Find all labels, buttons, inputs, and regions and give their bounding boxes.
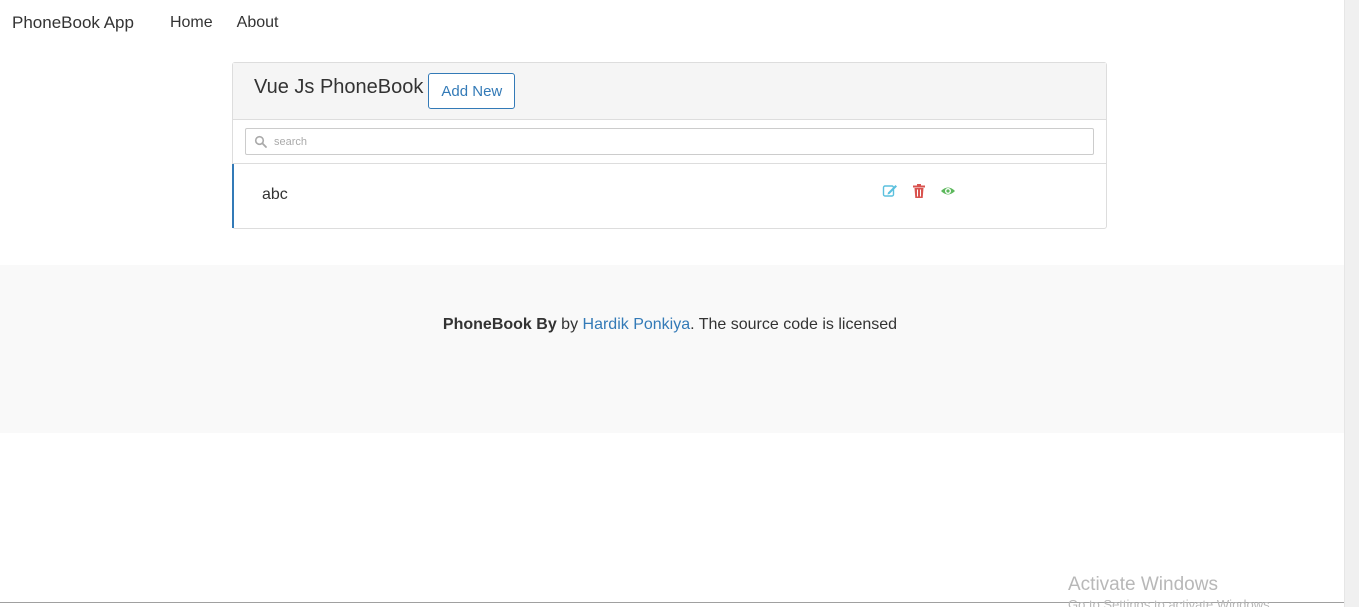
search-box bbox=[245, 128, 1094, 155]
activate-windows-subtitle: Go to Settings to activate Windows. bbox=[1068, 597, 1274, 607]
footer: PhoneBook By by Hardik Ponkiya. The sour… bbox=[0, 265, 1344, 433]
nav-link-home[interactable]: Home bbox=[170, 14, 213, 32]
footer-license: . The source code is licensed bbox=[690, 316, 898, 333]
contact-actions bbox=[882, 183, 956, 199]
search-input[interactable] bbox=[272, 129, 1087, 154]
brand-link[interactable]: PhoneBook App bbox=[12, 13, 134, 33]
vertical-scrollbar[interactable] bbox=[1344, 0, 1359, 607]
search-row bbox=[233, 120, 1106, 164]
page: PhoneBook App Home About Vue Js PhoneBoo… bbox=[0, 0, 1359, 607]
contact-list-item[interactable]: abc bbox=[232, 164, 1106, 228]
eye-icon[interactable] bbox=[940, 183, 956, 199]
activate-windows-title: Activate Windows bbox=[1068, 574, 1218, 595]
author-link[interactable]: Hardik Ponkiya bbox=[583, 316, 691, 333]
footer-text: PhoneBook By by Hardik Ponkiya. The sour… bbox=[0, 316, 1340, 334]
contact-name: abc bbox=[262, 186, 288, 203]
footer-brand: PhoneBook By bbox=[442, 316, 557, 333]
footer-by: by bbox=[556, 316, 583, 333]
search-icon bbox=[254, 135, 268, 149]
phonebook-panel: Vue Js PhoneBook Add New abc bbox=[232, 62, 1107, 229]
nav-link-about[interactable]: About bbox=[237, 14, 279, 32]
navbar: PhoneBook App Home About bbox=[0, 0, 1344, 46]
trash-icon[interactable] bbox=[911, 183, 927, 199]
edit-icon[interactable] bbox=[882, 183, 898, 199]
panel-title: Vue Js PhoneBook bbox=[254, 76, 424, 98]
add-new-button[interactable]: Add New bbox=[428, 73, 516, 109]
panel-heading: Vue Js PhoneBook Add New bbox=[233, 63, 1106, 120]
